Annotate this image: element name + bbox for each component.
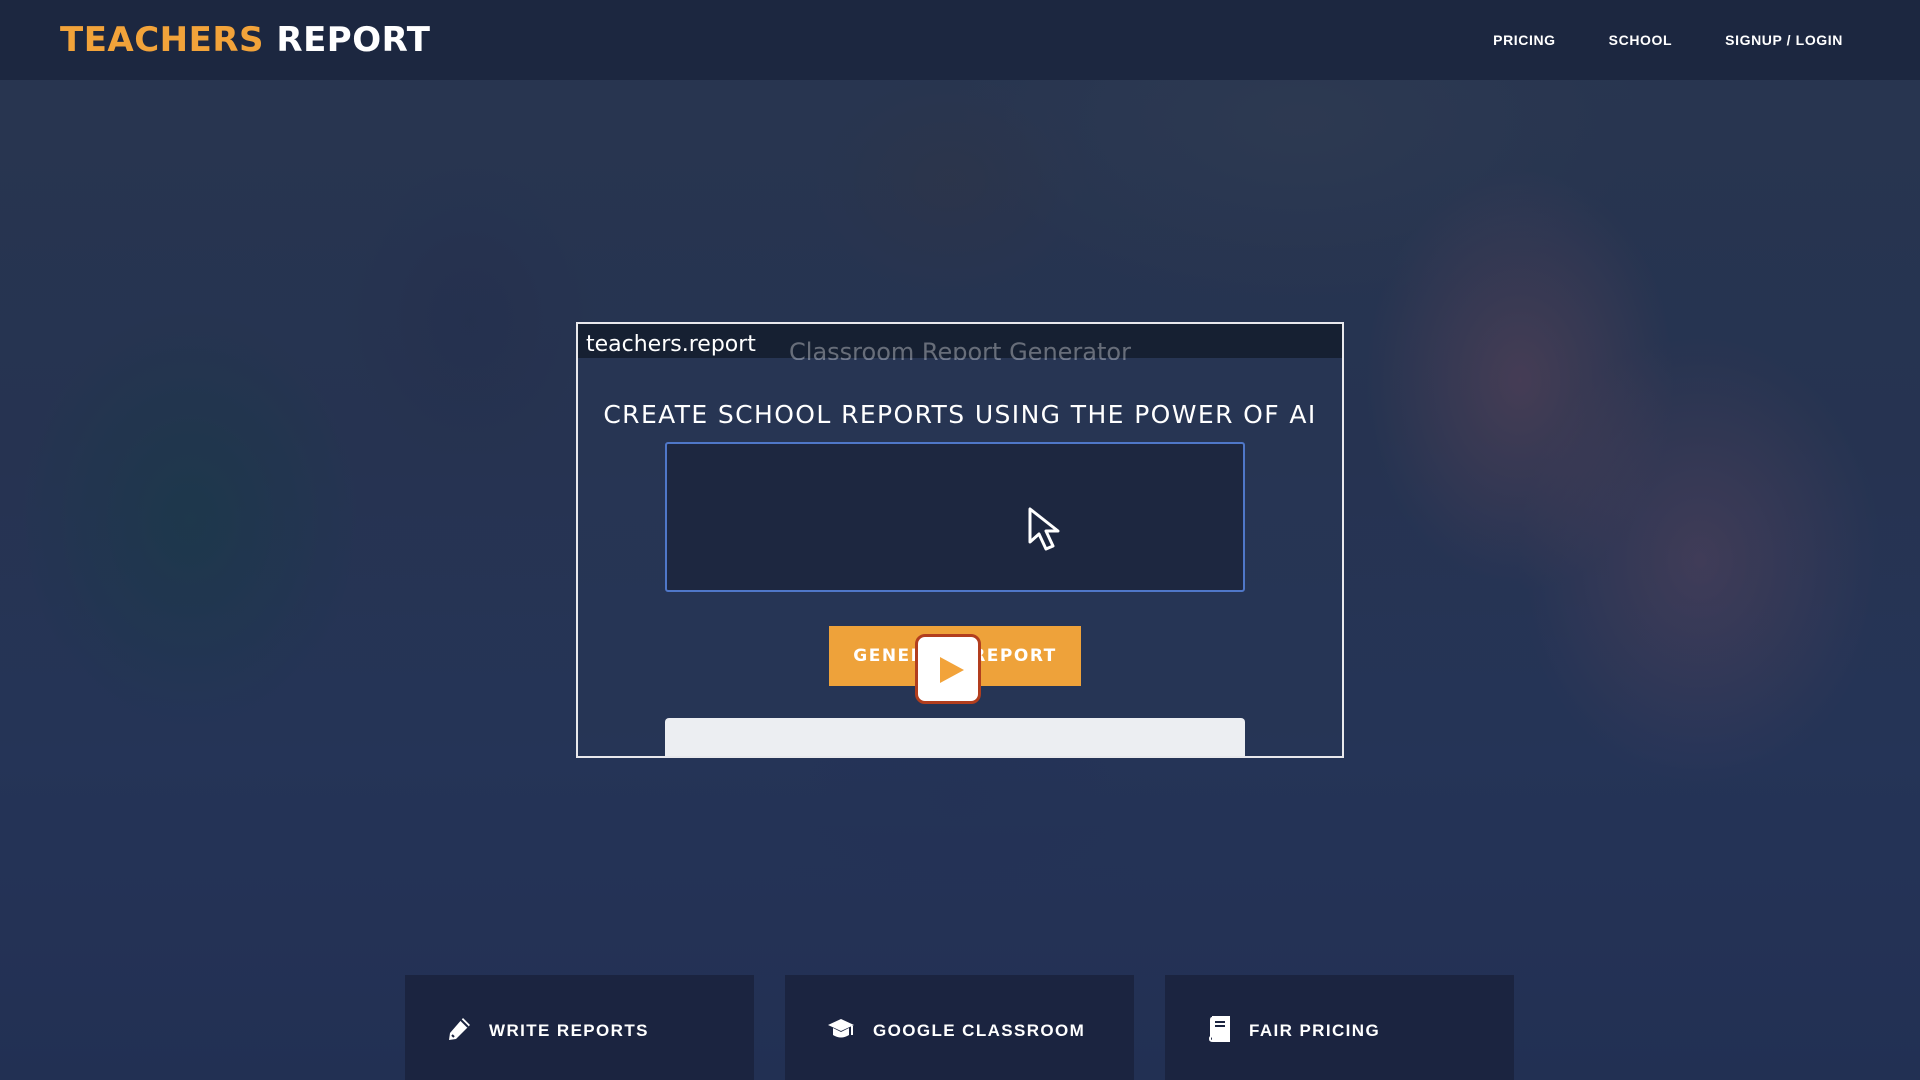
site-logo[interactable]: TEACHERS REPORT [60, 20, 430, 60]
feature-label: GOOGLE CLASSROOM [873, 1021, 1086, 1040]
graduation-cap-icon [828, 1019, 854, 1038]
book-icon [1208, 1016, 1230, 1042]
pencil-icon [449, 1018, 470, 1040]
mouse-cursor-icon [1028, 507, 1060, 551]
nav-signup-login-link[interactable]: SIGNUP / LOGIN [1725, 32, 1843, 48]
video-output-box [665, 718, 1245, 756]
feature-card-write-reports[interactable]: WRITE REPORTS [405, 975, 754, 1080]
play-button[interactable] [915, 634, 981, 704]
feature-label: FAIR PRICING [1249, 1021, 1381, 1040]
feature-card-google-classroom[interactable]: GOOGLE CLASSROOM [785, 975, 1134, 1080]
demo-video-player[interactable]: Classroom Report Generator teachers.repo… [576, 322, 1344, 758]
feature-cards: WRITE REPORTS GOOGLE CLASSROOM FAIR PRIC… [405, 975, 1515, 1080]
logo-plain-text: REPORT [276, 20, 431, 60]
main-nav: PRICING SCHOOL SIGNUP / LOGIN [1493, 32, 1843, 48]
video-frame-title: Classroom Report Generator [789, 338, 1131, 360]
nav-school-link[interactable]: SCHOOL [1609, 32, 1673, 48]
feature-label: WRITE REPORTS [489, 1021, 649, 1040]
logo-accent-text: TEACHERS [60, 20, 265, 60]
video-site-label: teachers.report [586, 332, 756, 357]
play-icon [940, 657, 964, 683]
nav-pricing-link[interactable]: PRICING [1493, 32, 1556, 48]
video-headline: CREATE SCHOOL REPORTS USING THE POWER OF… [603, 400, 1317, 429]
feature-card-fair-pricing[interactable]: FAIR PRICING [1165, 975, 1514, 1080]
video-prompt-input [665, 442, 1245, 592]
site-header: TEACHERS REPORT PRICING SCHOOL SIGNUP / … [0, 0, 1920, 80]
